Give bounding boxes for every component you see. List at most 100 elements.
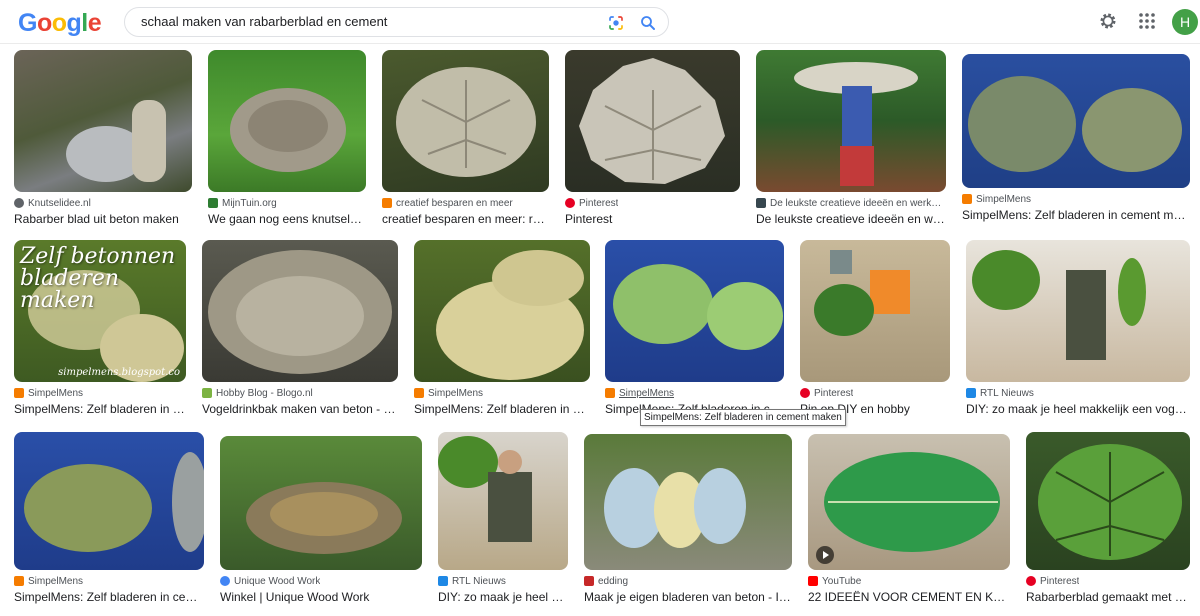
result-title[interactable]: 22 IDEEËN VOOR CEMENT EN KLEI DI… xyxy=(808,590,1010,604)
search-icon[interactable] xyxy=(639,14,657,32)
result-title[interactable]: We gaan nog eens knutselen… xyxy=(208,212,366,226)
image-result[interactable]: RTL Nieuws DIY: zo maak je heel makkelij… xyxy=(966,240,1190,416)
image-result[interactable]: SimpelMens SimpelMens: Zelf bladeren in … xyxy=(414,240,590,416)
leaf-casts-image xyxy=(613,264,783,350)
result-title[interactable]: Rabarber blad uit beton maken xyxy=(14,212,192,226)
result-title[interactable]: DIY: zo maak je heel makkelijk een vogel… xyxy=(966,402,1190,416)
top-bar: Google H xyxy=(0,0,1200,44)
result-source[interactable]: SimpelMens xyxy=(619,388,674,399)
result-title[interactable]: DIY: zo maak je heel m… xyxy=(438,590,568,604)
image-result[interactable]: creatief besparen en meer creatief bespa… xyxy=(382,50,549,226)
result-meta: Pinterest xyxy=(565,196,740,210)
image-result[interactable]: Pinterest Pin op DIY en hobby xyxy=(800,240,950,416)
result-source[interactable]: Pinterest xyxy=(1040,576,1079,587)
result-thumbnail[interactable] xyxy=(966,240,1190,382)
image-result[interactable]: Pinterest Rabarberblad gemaakt met b… xyxy=(1026,432,1190,604)
result-meta: De leukste creatieve ideeën en werkb… xyxy=(756,196,946,210)
image-result[interactable]: SimpelMens SimpelMens: Zelf bladeren in … xyxy=(14,432,204,604)
play-icon[interactable] xyxy=(816,546,834,564)
result-source[interactable]: edding xyxy=(598,576,628,587)
result-title[interactable]: De leukste creatieve ideeën en wer… xyxy=(756,212,946,226)
image-result[interactable]: SimpelMens SimpelMens: Zelf bladeren in … xyxy=(962,54,1190,222)
result-title[interactable]: Pinterest xyxy=(565,212,740,226)
result-title[interactable]: Winkel | Unique Wood Work xyxy=(220,590,422,604)
image-result[interactable]: Pinterest Pinterest xyxy=(565,50,740,226)
source-favicon xyxy=(584,576,594,586)
source-favicon xyxy=(438,576,448,586)
result-thumbnail[interactable] xyxy=(1026,432,1190,570)
result-thumbnail[interactable] xyxy=(414,240,590,382)
result-source[interactable]: RTL Nieuws xyxy=(980,388,1034,399)
result-thumbnail[interactable] xyxy=(14,432,204,570)
result-title[interactable]: SimpelMens: Zelf bladeren in c… xyxy=(14,402,186,416)
result-meta: RTL Nieuws xyxy=(966,386,1190,400)
image-result[interactable]: edding Maak je eigen bladeren van beton … xyxy=(584,434,792,604)
leaf-cast-image xyxy=(436,250,584,380)
image-result[interactable]: SimpelMens SimpelMens: Zelf bladeren in … xyxy=(605,240,784,416)
result-thumbnail[interactable] xyxy=(605,240,784,382)
apps-icon[interactable] xyxy=(1138,12,1156,30)
result-title[interactable]: creatief besparen en meer: rab… xyxy=(382,212,549,226)
result-source[interactable]: SimpelMens xyxy=(28,388,83,399)
result-source[interactable]: Unique Wood Work xyxy=(234,576,320,587)
result-source[interactable]: RTL Nieuws xyxy=(452,576,506,587)
result-thumbnail[interactable] xyxy=(14,50,192,192)
avatar[interactable]: H xyxy=(1172,9,1198,35)
result-thumbnail[interactable]: Zelf betonnen bladeren maken simpelmens.… xyxy=(14,240,186,382)
result-source[interactable]: De leukste creatieve ideeën en werkb… xyxy=(770,198,946,209)
result-thumbnail[interactable] xyxy=(808,434,1010,570)
blogger-icon xyxy=(382,198,392,208)
search-box[interactable] xyxy=(124,7,669,37)
result-thumbnail[interactable] xyxy=(382,50,549,192)
result-source[interactable]: MijnTuin.org xyxy=(222,198,277,209)
result-title[interactable]: SimpelMens: Zelf bladeren in cem… xyxy=(14,590,204,604)
image-result[interactable]: Unique Wood Work Winkel | Unique Wood Wo… xyxy=(220,436,422,604)
result-thumbnail[interactable] xyxy=(202,240,398,382)
result-source[interactable]: Pinterest xyxy=(579,198,618,209)
result-meta: Pinterest xyxy=(1026,574,1190,588)
image-result[interactable]: De leukste creatieve ideeën en werkb… De… xyxy=(756,50,946,226)
result-thumbnail[interactable] xyxy=(220,436,422,570)
chrome-icon xyxy=(220,576,230,586)
source-favicon xyxy=(202,388,212,398)
search-input[interactable] xyxy=(141,14,601,29)
result-source[interactable]: Knutselidee.nl xyxy=(28,198,91,209)
overlay-caption: Zelf betonnen bladeren maken xyxy=(20,244,176,313)
image-result[interactable]: RTL Nieuws DIY: zo maak je heel m… xyxy=(438,432,568,604)
image-result[interactable]: YouTube 22 IDEEËN VOOR CEMENT EN KLEI DI… xyxy=(808,434,1010,604)
leaf-cast-image xyxy=(66,100,166,182)
leaf-bowl-image xyxy=(230,88,346,172)
blogger-icon xyxy=(414,388,424,398)
result-thumbnail[interactable] xyxy=(800,240,950,382)
result-title[interactable]: Vogeldrinkbak maken van beton - H… xyxy=(202,402,398,416)
youtube-icon xyxy=(808,576,818,586)
google-logo[interactable]: Google xyxy=(18,9,102,38)
result-meta: creatief besparen en meer xyxy=(382,196,549,210)
result-title[interactable]: Maak je eigen bladeren van beton - Ide… xyxy=(584,590,792,604)
result-title[interactable]: SimpelMens: Zelf bladeren in ce… xyxy=(414,402,590,416)
result-source[interactable]: YouTube xyxy=(822,576,861,587)
result-source[interactable]: SimpelMens xyxy=(976,194,1031,205)
result-thumbnail[interactable] xyxy=(565,50,740,192)
supplies-image xyxy=(814,250,910,336)
image-result[interactable]: Hobby Blog - Blogo.nl Vogeldrinkbak make… xyxy=(202,240,398,416)
result-thumbnail[interactable] xyxy=(438,432,568,570)
result-title[interactable]: Rabarberblad gemaakt met b… xyxy=(1026,590,1190,604)
image-result[interactable]: MijnTuin.org We gaan nog eens knutselen… xyxy=(208,50,366,226)
result-source[interactable]: Pinterest xyxy=(814,388,853,399)
image-result[interactable]: Knutselidee.nl Rabarber blad uit beton m… xyxy=(14,50,192,226)
image-result[interactable]: Zelf betonnen bladeren maken simpelmens.… xyxy=(14,240,186,416)
gear-icon[interactable] xyxy=(1098,11,1118,31)
result-source[interactable]: SimpelMens xyxy=(428,388,483,399)
leaf-cast-image xyxy=(396,67,536,177)
result-thumbnail[interactable] xyxy=(584,434,792,570)
result-thumbnail[interactable] xyxy=(208,50,366,192)
result-title[interactable]: SimpelMens: Zelf bladeren in cement make… xyxy=(962,208,1190,222)
lens-icon[interactable] xyxy=(607,14,625,32)
result-thumbnail[interactable] xyxy=(962,54,1190,188)
result-source[interactable]: creatief besparen en meer xyxy=(396,198,513,209)
result-source[interactable]: Hobby Blog - Blogo.nl xyxy=(216,388,313,399)
watermark: simpelmens.blogspot.co xyxy=(58,367,180,378)
result-thumbnail[interactable] xyxy=(756,50,946,192)
result-source[interactable]: SimpelMens xyxy=(28,576,83,587)
